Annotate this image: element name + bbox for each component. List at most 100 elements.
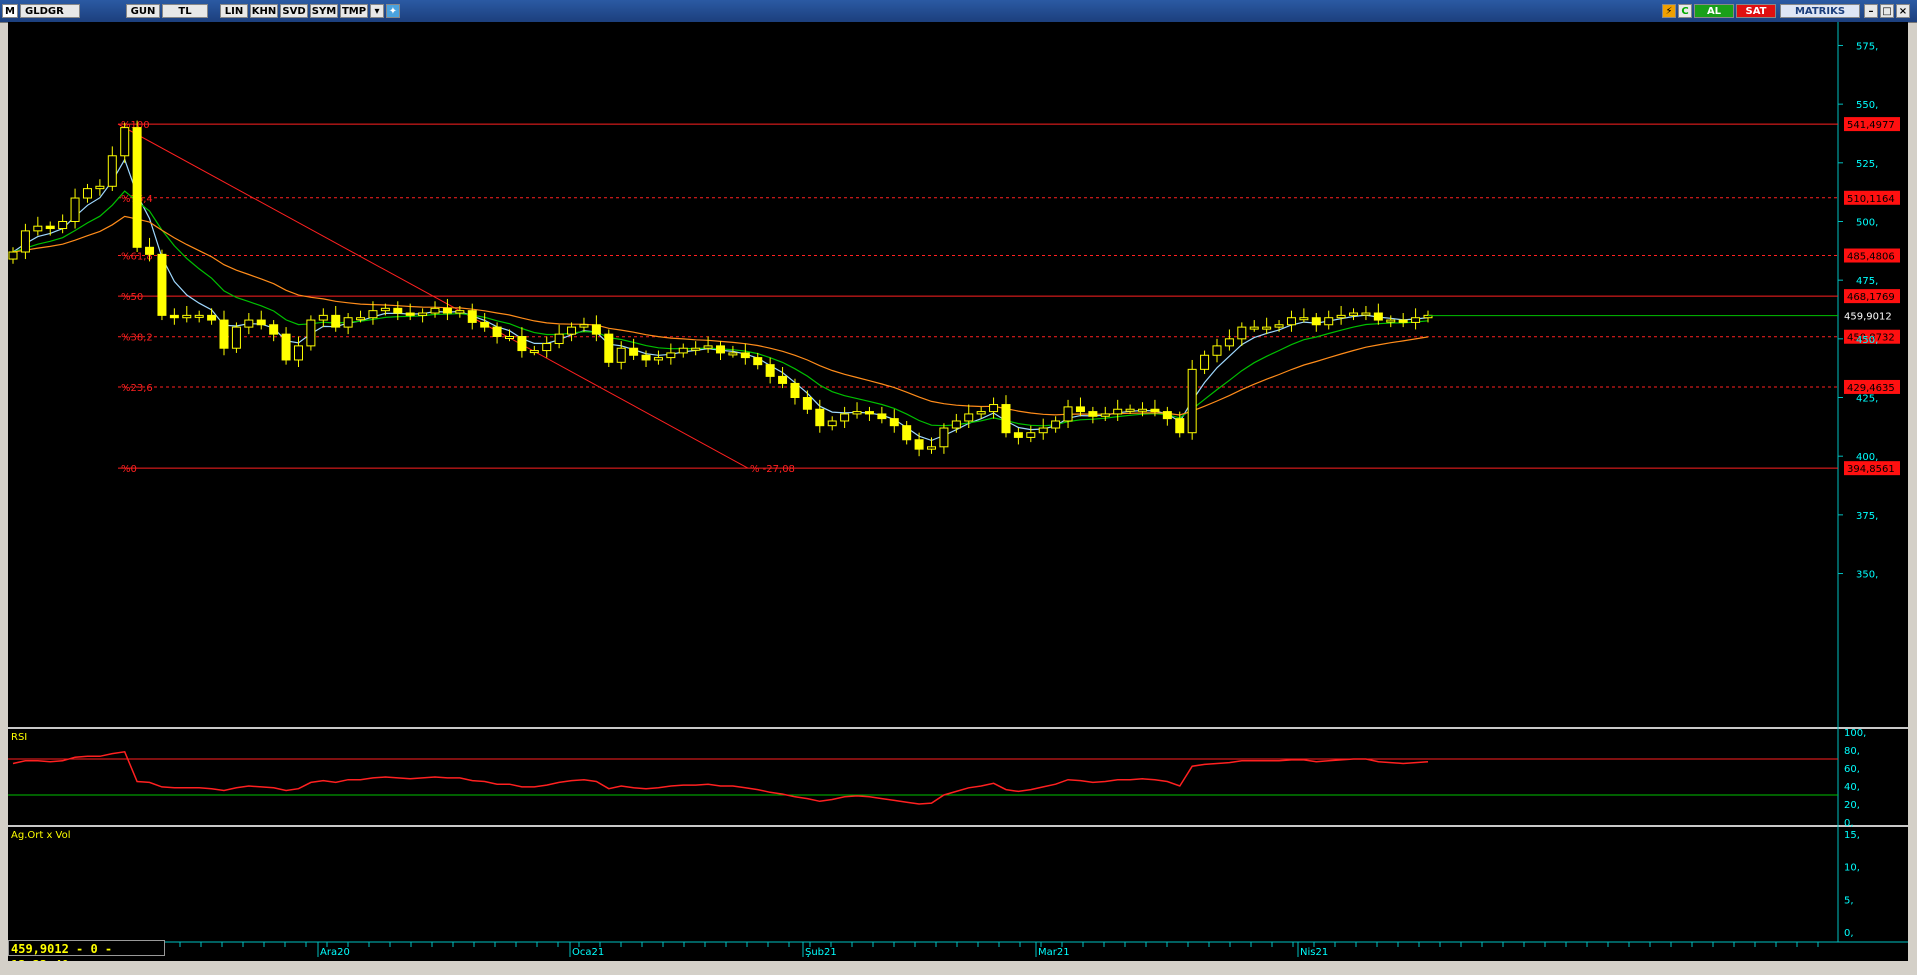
candle-body: [604, 333, 614, 363]
time-label: Mar21: [1038, 947, 1070, 958]
candle-body: [864, 411, 874, 415]
candle-body: [1336, 314, 1346, 319]
candle-body: [219, 319, 229, 349]
tmp-button[interactable]: TMP: [340, 4, 368, 18]
refresh-icon[interactable]: C: [1678, 4, 1692, 18]
candle-body: [951, 420, 961, 429]
candle-body: [380, 307, 390, 312]
candle-body: [467, 310, 477, 323]
candle-body: [8, 251, 18, 260]
candle-body: [641, 354, 651, 361]
vol-tick-label: 10,: [1844, 863, 1860, 874]
sym-button[interactable]: SYM: [310, 4, 338, 18]
sell-button[interactable]: SAT: [1736, 4, 1776, 18]
price-axis-group: 575, 550, 525, 500, 475, 450, 425, 400, 375, 350,…: [1428, 41, 1903, 581]
candle-body: [169, 314, 179, 319]
linear-button[interactable]: LIN: [220, 4, 248, 18]
rsi-tick-label: 40,: [1844, 782, 1860, 793]
candle-body: [1324, 317, 1334, 326]
chart-area[interactable]: %100541,4977%76,4510,1164%61,8485,4806%5…: [8, 22, 1908, 961]
rsi-tick-label: 0,: [1844, 818, 1854, 829]
time-label: Şub21: [805, 947, 837, 958]
candle-body: [529, 350, 539, 354]
rsi-line: [12, 750, 1429, 805]
candle-body: [1411, 317, 1421, 323]
candle-body: [1075, 406, 1085, 413]
candle-body: [95, 185, 105, 190]
twitter-icon[interactable]: ✦: [386, 4, 400, 18]
price-tick-label: 350,: [1856, 570, 1878, 581]
candle-body: [542, 343, 552, 352]
price-tick-label: 550,: [1856, 100, 1878, 111]
candle-body: [691, 347, 701, 351]
candle-body: [1038, 427, 1048, 434]
candle-body: [145, 246, 155, 255]
rsi-tick-label: 100,: [1844, 728, 1866, 739]
price-tick-label: 475,: [1856, 276, 1878, 287]
current-price-label: 459,9012: [1844, 312, 1892, 323]
price-tick-label: 525,: [1856, 159, 1878, 170]
time-label: Oca21: [572, 947, 604, 958]
candle-body: [256, 319, 266, 326]
candle-body: [1026, 432, 1036, 438]
minimize-icon[interactable]: –: [1864, 4, 1878, 18]
candle-body: [343, 317, 353, 328]
candle-body: [1125, 408, 1135, 412]
candle-body: [1274, 324, 1284, 328]
candle-body: [1051, 420, 1061, 429]
candle-body: [591, 324, 601, 335]
candle-body: [914, 439, 924, 450]
candle-body: [157, 253, 167, 316]
khn-button[interactable]: KHN: [250, 4, 278, 18]
candle-body: [318, 314, 328, 321]
candle-body: [902, 425, 912, 441]
buy-button[interactable]: AL: [1694, 4, 1734, 18]
candle-body: [306, 319, 316, 347]
matriks-logo: M: [2, 4, 18, 18]
candle-body: [430, 307, 440, 314]
price-tick-label: 375,: [1856, 511, 1878, 522]
candle-body: [927, 446, 937, 450]
candle-body: [1311, 317, 1321, 326]
candle-body: [1175, 418, 1185, 434]
ma-mid-line: [12, 190, 1429, 427]
fib-value-label: 468,1769: [1847, 292, 1895, 303]
fib-value-label: 394,8561: [1847, 464, 1895, 475]
candle-body: [1113, 408, 1123, 415]
candle-body: [976, 411, 986, 415]
fib-label: %38,2: [121, 333, 153, 344]
candle-body: [1249, 326, 1259, 330]
currency-button[interactable]: TL: [162, 4, 208, 18]
bottom-bar: [0, 961, 1917, 975]
candle-body: [120, 127, 130, 157]
candle-body: [716, 345, 725, 354]
price-tick-label: 500,: [1856, 217, 1878, 228]
toolbar: M GLDGR GUN TL LIN KHN SVD SYM TMP ▾ ✦ ⚡…: [0, 0, 1917, 23]
candle-body: [778, 375, 788, 384]
fib-value-label: 485,4806: [1847, 252, 1895, 263]
price-tick-label: 425,: [1856, 394, 1878, 405]
symbol-input[interactable]: GLDGR: [20, 4, 80, 18]
flash-icon[interactable]: ⚡: [1662, 4, 1676, 18]
candle-body: [753, 357, 763, 366]
svd-button[interactable]: SVD: [280, 4, 308, 18]
candle-body: [82, 188, 92, 199]
rsi-tick-label: 80,: [1844, 746, 1860, 757]
candle-body: [492, 326, 502, 337]
candle-body: [815, 408, 825, 427]
vol-group: 15, 10, 5, 0,: [1844, 830, 1860, 939]
maximize-icon[interactable]: □: [1880, 4, 1894, 18]
period-button[interactable]: GUN: [126, 4, 160, 18]
vol-tick-label: 15,: [1844, 830, 1860, 841]
candle-body: [703, 345, 713, 349]
candle-body: [368, 310, 378, 319]
fib-label: %0: [121, 464, 137, 475]
candle-body: [244, 319, 254, 328]
candle-body: [132, 127, 142, 248]
candle-body: [58, 220, 68, 230]
price-tick-label: 450,: [1856, 335, 1878, 346]
close-icon[interactable]: ×: [1896, 4, 1910, 18]
chevron-down-icon[interactable]: ▾: [370, 4, 384, 18]
fib-label: %50: [121, 292, 143, 303]
fib-label: %23,6: [121, 383, 153, 394]
